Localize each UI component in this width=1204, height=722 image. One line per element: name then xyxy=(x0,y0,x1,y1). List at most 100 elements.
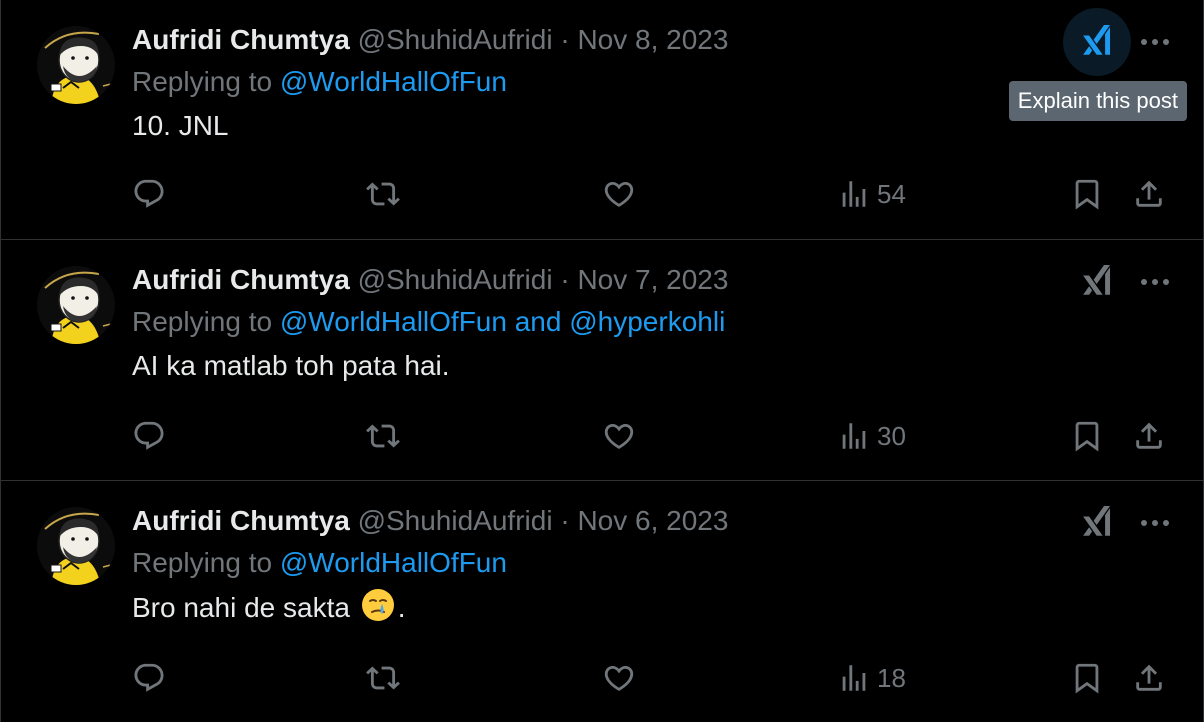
share-button[interactable] xyxy=(1132,416,1166,456)
reply-button[interactable] xyxy=(132,174,166,214)
reply-button[interactable] xyxy=(132,416,166,456)
mention-link[interactable]: @WorldHallOfFun xyxy=(280,306,507,337)
replying-prefix: Replying to xyxy=(132,547,273,578)
avatar-image xyxy=(37,266,115,344)
avatar-image xyxy=(37,507,115,585)
post[interactable]: Aufridi Chumtya @ShuhidAufridi · Nov 8, … xyxy=(1,0,1204,240)
heart-icon xyxy=(602,177,636,211)
share-button[interactable] xyxy=(1132,658,1166,698)
bookmark-button[interactable] xyxy=(1070,416,1104,456)
reply-icon xyxy=(132,177,166,211)
grok-button[interactable] xyxy=(1063,8,1131,76)
heart-icon xyxy=(602,419,636,453)
more-icon xyxy=(1140,518,1170,528)
reply-icon xyxy=(132,419,166,453)
post-text-container: Bro nahi de sakta . xyxy=(132,587,1175,628)
grok-icon xyxy=(1080,25,1114,59)
post-date[interactable]: Nov 8, 2023 xyxy=(577,24,728,55)
views-count: 54 xyxy=(877,178,906,209)
post[interactable]: Aufridi Chumtya @ShuhidAufridi · Nov 7, … xyxy=(1,240,1204,481)
views-count: 30 xyxy=(877,420,906,451)
views-button[interactable]: 18 xyxy=(837,658,906,698)
more-button[interactable] xyxy=(1135,22,1175,62)
replying-to: Replying to @WorldHallOfFun xyxy=(132,543,1175,587)
post-actions: 30 xyxy=(132,416,1175,456)
author-name[interactable]: Aufridi Chumtya xyxy=(132,24,350,55)
like-button[interactable] xyxy=(602,174,636,214)
post[interactable]: Aufridi Chumtya @ShuhidAufridi · Nov 6, … xyxy=(1,481,1204,722)
avatar[interactable] xyxy=(37,266,115,344)
post-top-actions xyxy=(1063,8,1175,76)
tooltip: Explain this post xyxy=(1008,81,1187,121)
reply-button[interactable] xyxy=(132,658,166,698)
separator: · xyxy=(560,505,570,536)
reply-icon xyxy=(132,661,166,695)
post-content: Aufridi Chumtya @ShuhidAufridi · Nov 6, … xyxy=(132,501,1175,628)
post-feed: Aufridi Chumtya @ShuhidAufridi · Nov 8, … xyxy=(0,0,1204,722)
repost-icon xyxy=(366,661,400,695)
separator: · xyxy=(560,24,570,55)
more-icon xyxy=(1140,277,1170,287)
post-top-actions xyxy=(1063,260,1175,304)
grok-icon xyxy=(1080,506,1114,540)
mention-joiner[interactable]: and xyxy=(515,306,562,337)
like-button[interactable] xyxy=(602,416,636,456)
views-button[interactable]: 30 xyxy=(837,416,906,456)
repost-icon xyxy=(366,419,400,453)
post-top-actions xyxy=(1063,501,1175,545)
post-header: Aufridi Chumtya @ShuhidAufridi · Nov 6, … xyxy=(132,501,1175,543)
more-icon xyxy=(1140,37,1170,47)
views-button[interactable]: 54 xyxy=(837,174,906,214)
share-icon xyxy=(1132,661,1166,695)
replying-prefix: Replying to xyxy=(132,66,273,97)
more-button[interactable] xyxy=(1135,503,1175,543)
heart-icon xyxy=(602,661,636,695)
author-handle[interactable]: @ShuhidAufridi xyxy=(358,505,553,536)
views-chart-icon xyxy=(837,419,871,453)
bookmark-button[interactable] xyxy=(1070,174,1104,214)
post-text: Bro nahi de sakta xyxy=(132,592,350,623)
repost-button[interactable] xyxy=(366,416,400,456)
repost-button[interactable] xyxy=(366,174,400,214)
bookmark-icon xyxy=(1070,177,1104,211)
bookmark-icon xyxy=(1070,419,1104,453)
post-actions: 18 xyxy=(132,658,1175,698)
post-header: Aufridi Chumtya @ShuhidAufridi · Nov 7, … xyxy=(132,260,1175,302)
share-icon xyxy=(1132,419,1166,453)
bookmark-icon xyxy=(1070,661,1104,695)
author-name[interactable]: Aufridi Chumtya xyxy=(132,264,350,295)
mention-link[interactable]: @hyperkohli xyxy=(569,306,725,337)
share-icon xyxy=(1132,177,1166,211)
post-actions: 54 xyxy=(132,174,1175,214)
grok-icon xyxy=(1080,265,1114,299)
grok-button[interactable] xyxy=(1063,248,1131,316)
grok-button[interactable] xyxy=(1063,489,1131,557)
bookmark-button[interactable] xyxy=(1070,658,1104,698)
share-button[interactable] xyxy=(1132,174,1166,214)
mention-link[interactable]: @WorldHallOfFun xyxy=(280,66,507,97)
replying-prefix: Replying to xyxy=(132,306,273,337)
post-date[interactable]: Nov 7, 2023 xyxy=(577,264,728,295)
author-name[interactable]: Aufridi Chumtya xyxy=(132,505,350,536)
views-count: 18 xyxy=(877,662,906,693)
face-holding-back-tears-emoji xyxy=(360,587,396,623)
separator: · xyxy=(560,264,570,295)
avatar-image xyxy=(37,26,115,104)
post-text-suffix: . xyxy=(397,592,406,623)
views-chart-icon xyxy=(837,661,871,695)
avatar[interactable] xyxy=(37,507,115,585)
like-button[interactable] xyxy=(602,658,636,698)
post-text: AI ka matlab toh pata hai. xyxy=(132,350,450,381)
views-chart-icon xyxy=(837,177,871,211)
repost-button[interactable] xyxy=(366,658,400,698)
avatar[interactable] xyxy=(37,26,115,104)
post-date[interactable]: Nov 6, 2023 xyxy=(577,505,728,536)
replying-to: Replying to @WorldHallOfFun and @hyperko… xyxy=(132,302,1175,346)
repost-icon xyxy=(366,177,400,211)
post-content: Aufridi Chumtya @ShuhidAufridi · Nov 7, … xyxy=(132,260,1175,386)
more-button[interactable] xyxy=(1135,262,1175,302)
post-header: Aufridi Chumtya @ShuhidAufridi · Nov 8, … xyxy=(132,20,1175,62)
mention-link[interactable]: @WorldHallOfFun xyxy=(280,547,507,578)
author-handle[interactable]: @ShuhidAufridi xyxy=(358,24,553,55)
author-handle[interactable]: @ShuhidAufridi xyxy=(358,264,553,295)
